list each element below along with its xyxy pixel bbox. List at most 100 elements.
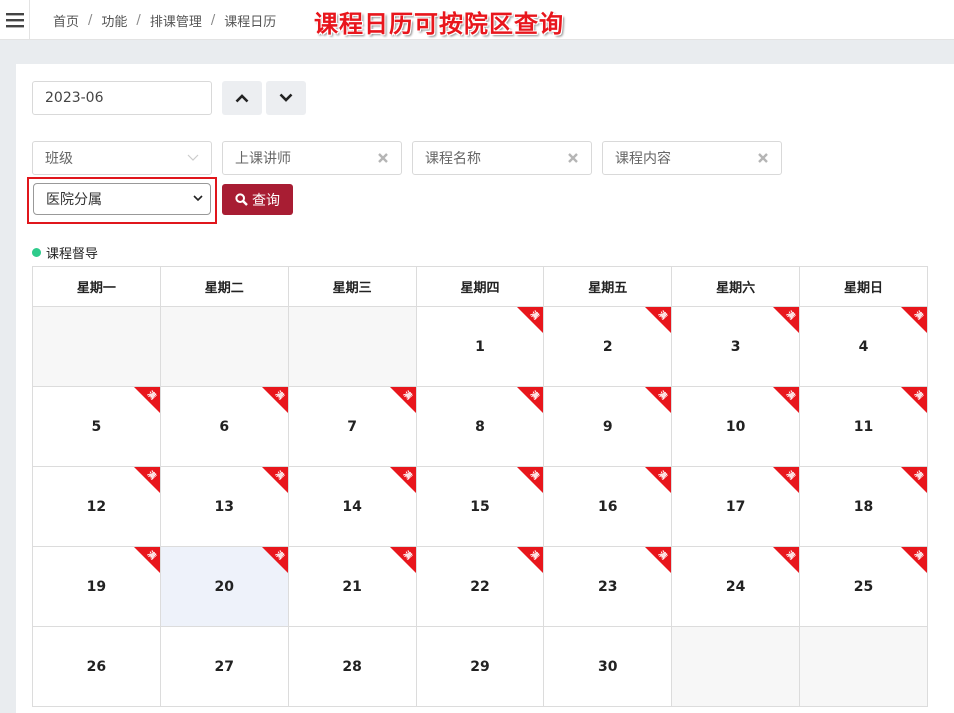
calendar-day-number: 6 [219, 418, 230, 435]
legend: 课程督导 [32, 243, 98, 262]
teacher-input-placeholder: 上课讲师 [235, 151, 291, 167]
prev-month-button[interactable] [222, 81, 262, 115]
calendar-day-cell[interactable]: 21 满 [287, 546, 417, 627]
calendar-day-cell[interactable]: 9满 [543, 386, 673, 467]
calendar-week-row: 19 满 20 满 21 满 22 满 23 满 24 满 25 满 [32, 546, 928, 627]
calendar-day-cell[interactable]: 24 满 [671, 546, 801, 627]
calendar-day-cell[interactable]: 4满 [799, 306, 928, 387]
calendar-day-cell[interactable]: 11 满 [799, 386, 928, 467]
calendar-day-cell[interactable]: 8满 [415, 386, 545, 467]
calendar-day-cell[interactable]: 2满 [543, 306, 673, 387]
breadcrumb-separator: / [136, 13, 141, 28]
full-badge-icon: 满 [773, 547, 799, 573]
calendar-day-number: 25 [853, 578, 874, 595]
calendar-empty-cell [671, 626, 801, 707]
weekday-header: 星期二 [159, 266, 289, 307]
calendar-day-number: 22 [470, 578, 490, 595]
teacher-input[interactable]: 上课讲师 [222, 141, 402, 175]
hospital-select-value: 医院分属 [46, 192, 102, 208]
calendar-day-number: 20 [214, 578, 234, 595]
clear-icon[interactable] [757, 152, 769, 164]
next-month-button[interactable] [266, 81, 306, 115]
calendar-day-cell[interactable]: 1满 [415, 306, 545, 387]
calendar-day-number: 11 [853, 418, 874, 435]
full-badge-icon: 满 [134, 547, 160, 573]
calendar-day-cell[interactable]: 22 满 [415, 546, 545, 627]
calendar-day-cell[interactable]: 3满 [671, 306, 801, 387]
full-badge-icon: 满 [262, 547, 288, 573]
course-name-input[interactable]: 课程名称 [412, 141, 592, 175]
calendar-day-cell[interactable]: 19 满 [32, 546, 161, 627]
calendar-week-row: 12 满 13 满 14 满 15 满 16 满 17 满 18 满 [32, 466, 928, 547]
calendar-day-cell[interactable]: 6满 [159, 386, 289, 467]
month-input[interactable]: 2023-06 [32, 81, 212, 115]
menu-toggle-button[interactable] [0, 0, 30, 40]
weekday-header: 星期三 [287, 266, 417, 307]
calendar-day-cell[interactable]: 13 满 [159, 466, 289, 547]
full-badge-icon: 满 [645, 547, 671, 573]
breadcrumb-function[interactable]: 功能 [101, 11, 127, 30]
chevron-down-icon [187, 154, 199, 161]
full-badge-icon: 满 [901, 307, 927, 333]
weekday-header: 星期六 [671, 266, 801, 307]
calendar-day-cell[interactable]: 12 满 [32, 466, 161, 547]
top-bar: 首页 / 功能 / 排课管理 / 课程日历 课程日历可按院区查询 [0, 0, 954, 40]
calendar-day-cell[interactable]: 26 [32, 626, 161, 707]
calendar-week-row: 5 满 6 满 7 满 8 满 9 满 10 满 11 满 [32, 386, 928, 467]
calendar-day-number: 12 [86, 498, 107, 515]
calendar-day-number: 19 [86, 578, 107, 595]
breadcrumb-home[interactable]: 首页 [53, 11, 79, 30]
full-badge-icon: 满 [645, 467, 671, 493]
class-select[interactable]: 班级 [32, 141, 212, 175]
full-badge-icon: 满 [134, 467, 160, 493]
calendar-day-cell[interactable]: 15 满 [415, 466, 545, 547]
full-badge-icon: 满 [262, 467, 288, 493]
calendar-day-cell[interactable]: 29 [415, 626, 545, 707]
hospital-select[interactable]: 医院分属 [33, 183, 211, 215]
course-content-input[interactable]: 课程内容 [602, 141, 782, 175]
calendar-day-number: 23 [598, 578, 618, 595]
calendar-day-cell[interactable]: 14 满 [287, 466, 417, 547]
full-badge-icon: 满 [645, 307, 671, 333]
calendar-day-cell[interactable]: 17 满 [671, 466, 801, 547]
calendar-day-number: 18 [853, 498, 874, 515]
search-icon [235, 193, 248, 206]
calendar-empty-cell [32, 306, 161, 387]
calendar-day-cell[interactable]: 27 [159, 626, 289, 707]
calendar-day-cell[interactable]: 7满 [287, 386, 417, 467]
calendar-day-cell[interactable]: 25 满 [799, 546, 928, 627]
calendar-day-cell[interactable]: 18 满 [799, 466, 928, 547]
full-badge-icon: 满 [901, 467, 927, 493]
calendar-day-number: 16 [598, 498, 618, 515]
calendar-day-cell[interactable]: 5满 [32, 386, 161, 467]
calendar-empty-cell [159, 306, 289, 387]
full-badge-icon: 满 [901, 547, 927, 573]
calendar-day-cell[interactable]: 16 满 [543, 466, 673, 547]
calendar-day-cell[interactable]: 23 满 [543, 546, 673, 627]
full-badge-icon: 满 [773, 467, 799, 493]
calendar-day-cell[interactable]: 10 满 [671, 386, 801, 467]
legend-dot [32, 248, 41, 257]
calendar-day-cell[interactable]: 20 满 [159, 546, 289, 627]
calendar-day-number: 10 [725, 418, 746, 435]
full-badge-icon: 满 [517, 387, 543, 413]
query-button[interactable]: 查询 [222, 184, 293, 215]
full-badge-icon: 满 [517, 467, 543, 493]
calendar-day-cell[interactable]: 30 [543, 626, 673, 707]
calendar-empty-cell [287, 306, 417, 387]
full-badge-icon: 满 [645, 387, 671, 413]
calendar-day-number: 17 [725, 498, 746, 515]
chevron-up-icon [235, 94, 249, 103]
calendar-day-number: 8 [475, 418, 485, 435]
clear-icon[interactable] [377, 152, 389, 164]
calendar-day-number: 28 [342, 658, 362, 675]
chevron-down-icon [279, 93, 293, 102]
calendar-day-cell[interactable]: 28 [287, 626, 417, 707]
full-badge-icon: 满 [901, 387, 927, 413]
clear-icon[interactable] [567, 152, 579, 164]
calendar-body: 1 满 2 满 3 满 4 满 5 满 6 满 7 满 8 满 9 满 10 满 11 满 12 满 13 满 14 满 15 满 16 满 1… [32, 306, 928, 707]
calendar-day-number: 7 [347, 418, 357, 435]
calendar-day-number: 29 [470, 658, 490, 675]
breadcrumb-scheduling[interactable]: 排课管理 [150, 11, 202, 30]
calendar-day-number: 26 [86, 658, 107, 675]
